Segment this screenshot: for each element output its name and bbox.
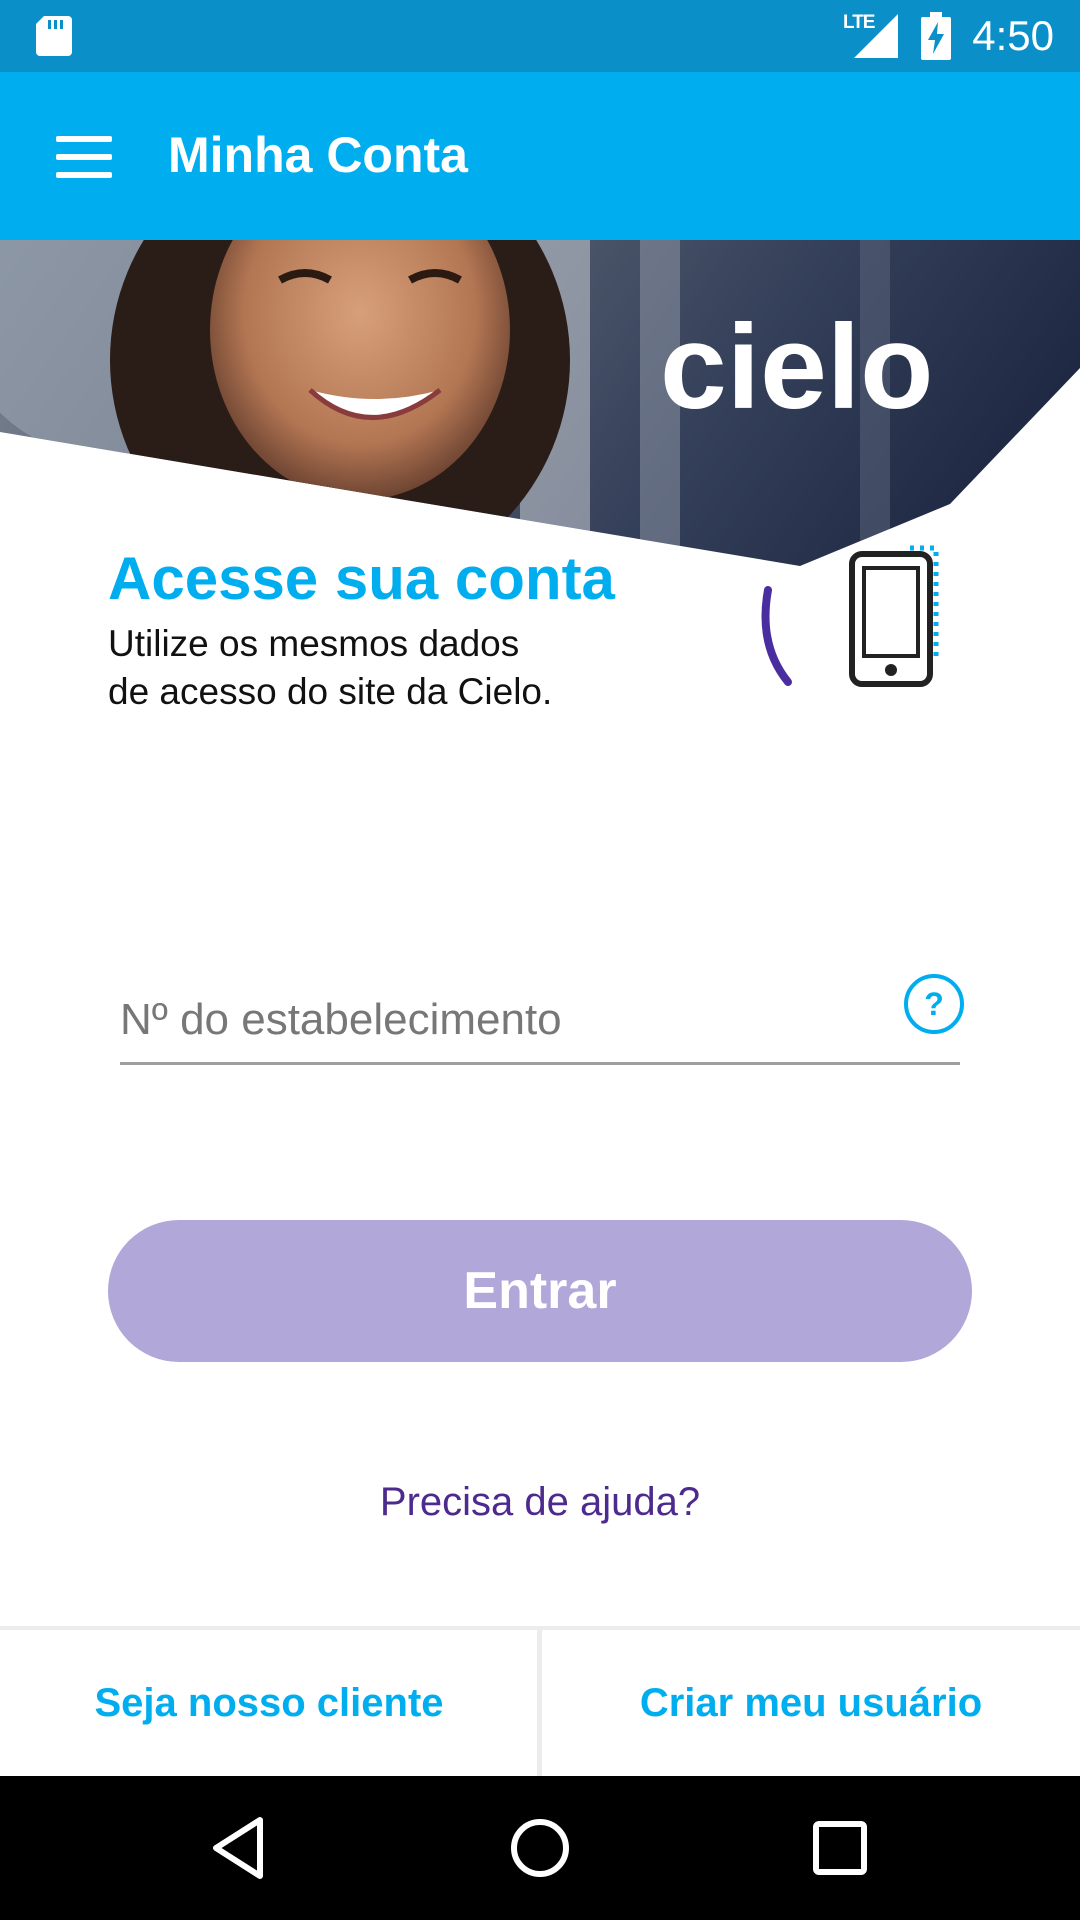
menu-icon[interactable]: [56, 136, 112, 178]
help-question-icon[interactable]: ?: [904, 974, 964, 1034]
home-icon[interactable]: [504, 1812, 576, 1884]
become-client-link[interactable]: Seja nosso cliente: [0, 1630, 538, 1780]
status-bar: LTE 4:50: [0, 0, 1080, 72]
network-type-label: LTE: [843, 12, 876, 33]
app-bar: Minha Conta: [0, 72, 1080, 240]
cielo-logo: cielo: [660, 300, 933, 420]
headline: Acesse sua conta: [108, 545, 615, 612]
sd-card-icon: [36, 16, 72, 56]
subheadline-line-2: de acesso do site da Cielo.: [108, 671, 553, 712]
create-user-link[interactable]: Criar meu usuário: [542, 1630, 1080, 1780]
subheadline: Utilize os mesmos dados de acesso do sit…: [108, 620, 708, 716]
page-title: Minha Conta: [168, 127, 468, 183]
battery-charging-icon: [921, 12, 951, 60]
help-link[interactable]: Precisa de ajuda?: [0, 1480, 1080, 1525]
establishment-number-input[interactable]: [120, 980, 880, 1060]
recents-icon[interactable]: [804, 1812, 876, 1884]
status-clock: 4:50: [972, 12, 1054, 59]
phone-badge-icon: [761, 540, 970, 720]
establishment-field-container: [120, 980, 960, 1065]
bottom-links-bar: Seja nosso cliente Criar meu usuário: [0, 1626, 1080, 1780]
subheadline-line-1: Utilize os mesmos dados: [108, 623, 520, 664]
enter-button[interactable]: Entrar: [108, 1220, 972, 1362]
back-icon[interactable]: [204, 1812, 276, 1884]
cielo-logo-text: cielo: [660, 300, 933, 420]
system-navigation-bar: [0, 1776, 1080, 1920]
